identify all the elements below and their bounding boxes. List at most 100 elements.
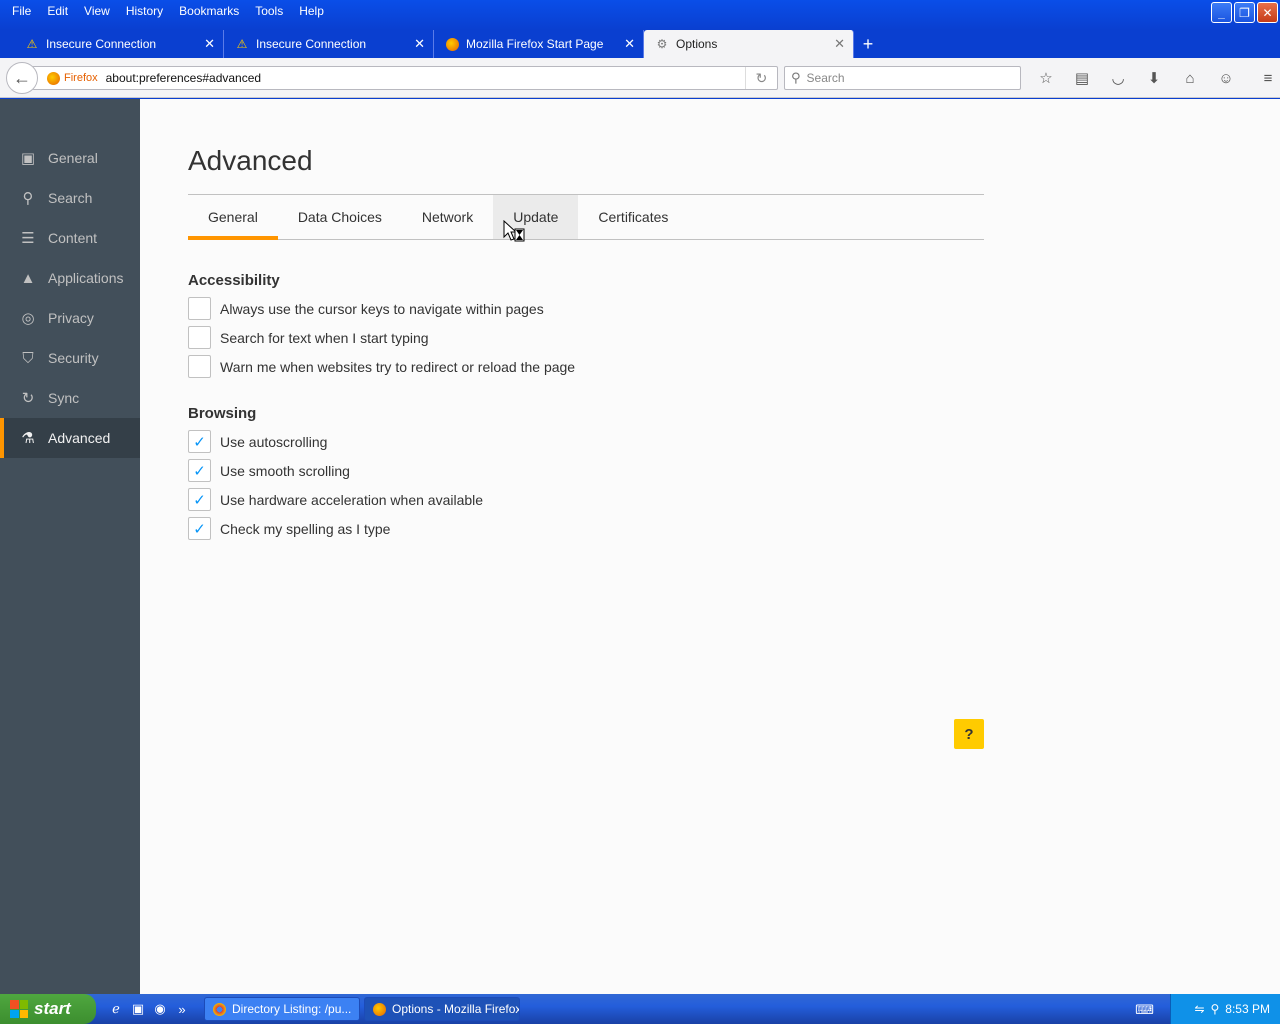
window-titlebar: File Edit View History Bookmarks Tools H… [0, 0, 1280, 30]
checkmark-icon[interactable]: ✓ [188, 459, 211, 482]
subtab-general[interactable]: General [188, 195, 278, 240]
identity-label: Firefox [64, 72, 98, 84]
subtab-network[interactable]: Network [402, 195, 493, 239]
security-icon: ⛉ [22, 349, 34, 367]
hamburger-menu-icon[interactable]: ≡ [1250, 66, 1280, 90]
option-warn-redirect[interactable]: Warn me when websites try to redirect or… [188, 352, 575, 381]
content-icon: ☰ [21, 230, 35, 247]
sidebar-item-sync[interactable]: ↻ Sync [0, 378, 140, 418]
gear-icon: ⚙ [656, 37, 668, 51]
site-identity[interactable]: Firefox [33, 71, 98, 85]
chrome-icon[interactable]: ◉ [152, 1001, 168, 1017]
clock: 8:53 PM [1225, 1002, 1270, 1016]
close-tab-icon[interactable]: ✕ [204, 36, 215, 52]
option-label: Warn me when websites try to redirect or… [220, 358, 576, 375]
home-icon[interactable]: ⌂ [1172, 66, 1208, 90]
url-text[interactable]: about:preferences#advanced [106, 71, 261, 85]
option-label: Use autoscrolling [220, 433, 328, 450]
menu-help[interactable]: Help [291, 2, 332, 20]
option-hardware-acceleration[interactable]: ✓ Use hardware acceleration when availab… [188, 485, 483, 514]
close-tab-icon[interactable]: ✕ [624, 36, 635, 52]
menu-file[interactable]: File [4, 2, 39, 20]
taskbar-item-firefox-options[interactable]: Options - Mozilla Firefox [364, 997, 520, 1021]
option-smooth-scrolling[interactable]: ✓ Use smooth scrolling [188, 456, 483, 485]
taskbar-item-directory-listing[interactable]: Directory Listing: /pu... [204, 997, 360, 1021]
menu-edit[interactable]: Edit [39, 2, 76, 20]
close-tab-icon[interactable]: ✕ [834, 36, 845, 52]
window-controls: _ ❐ ✕ [1211, 2, 1278, 23]
sidebar-item-label: Content [48, 230, 98, 246]
search-icon: ⚲ [791, 70, 801, 85]
close-window-button[interactable]: ✕ [1257, 2, 1278, 23]
subtab-certificates[interactable]: Certificates [578, 195, 688, 239]
sidebar-item-advanced[interactable]: ⚗ Advanced [0, 418, 140, 458]
navigation-toolbar: Firefox about:preferences#advanced ↻ ← ⚲… [0, 58, 1280, 98]
bookmark-star-icon[interactable]: ☆ [1028, 66, 1064, 90]
task-label: Options - Mozilla Firefox [392, 1002, 520, 1016]
restore-button[interactable]: ❐ [1234, 2, 1255, 23]
pocket-icon[interactable]: ◡ [1100, 66, 1136, 90]
hello-chat-icon[interactable]: ☺ [1208, 66, 1244, 90]
checkmark-icon[interactable]: ✓ [188, 488, 211, 511]
sidebar-item-label: Search [48, 190, 93, 206]
sidebar-item-label: Advanced [48, 430, 111, 446]
checkbox[interactable] [188, 297, 211, 320]
tab-firefox-start-page[interactable]: Mozilla Firefox Start Page ✕ [434, 30, 644, 58]
new-tab-button[interactable]: + [854, 30, 882, 58]
search-input[interactable]: ⚲ Search [784, 66, 1021, 90]
privacy-mask-icon: ◎ [21, 310, 35, 327]
checkmark-icon[interactable]: ✓ [188, 517, 211, 540]
tab-insecure-connection-2[interactable]: ⚠ Insecure Connection ✕ [224, 30, 434, 58]
option-autoscrolling[interactable]: ✓ Use autoscrolling [188, 427, 483, 456]
tab-title: Insecure Connection [256, 37, 367, 51]
sidebar-item-security[interactable]: ⛉ Security [0, 338, 140, 378]
network-icon[interactable]: ⇋ [1194, 1002, 1204, 1016]
sidebar-item-label: Sync [48, 390, 80, 406]
option-spell-check[interactable]: ✓ Check my spelling as I type [188, 514, 483, 543]
subtab-data-choices[interactable]: Data Choices [278, 195, 402, 239]
url-bar[interactable]: Firefox about:preferences#advanced ↻ [32, 66, 778, 90]
windows-taskbar: start ℯ ▣ ◉ » Directory Listing: /pu... … [0, 994, 1280, 1024]
sidebar-item-general[interactable]: ▣ General [0, 138, 140, 178]
minimize-button[interactable]: _ [1211, 2, 1232, 23]
keyboard-icon[interactable]: ⌨ [1135, 1002, 1154, 1018]
downloads-icon[interactable]: ⬇ [1136, 66, 1172, 90]
back-button[interactable]: ← [6, 62, 38, 94]
search-tray-icon[interactable]: ⚲ [1211, 1002, 1220, 1016]
task-label: Directory Listing: /pu... [232, 1002, 352, 1016]
advanced-icon: ⚗ [21, 430, 35, 447]
firefox-icon [373, 1002, 386, 1016]
bookmarks-menu-icon[interactable]: ▤ [1064, 66, 1100, 90]
help-button[interactable]: ? [954, 719, 984, 749]
option-cursor-keys[interactable]: Always use the cursor keys to navigate w… [188, 294, 575, 323]
firefox-icon [47, 71, 60, 85]
advanced-subtabs: General Data Choices Network Update Cert… [188, 194, 984, 240]
sidebar-item-applications[interactable]: ▲ Applications [0, 258, 140, 298]
sidebar-item-search[interactable]: ⚲ Search [0, 178, 140, 218]
menu-view[interactable]: View [76, 2, 118, 20]
more-chevron-icon[interactable]: » [174, 1001, 190, 1017]
reload-icon[interactable]: ↻ [745, 67, 777, 89]
windows-logo-icon [10, 1000, 28, 1018]
close-tab-icon[interactable]: ✕ [414, 36, 425, 52]
start-button[interactable]: start [0, 994, 96, 1024]
sidebar-item-label: Applications [48, 270, 124, 286]
menu-tools[interactable]: Tools [247, 2, 291, 20]
checkbox[interactable] [188, 326, 211, 349]
checkbox[interactable] [188, 355, 211, 378]
group-title: Accessibility [188, 272, 280, 289]
tab-options[interactable]: ⚙ Options ✕ [644, 30, 854, 58]
menu-bookmarks[interactable]: Bookmarks [171, 2, 247, 20]
start-label: start [34, 999, 71, 1018]
sync-icon: ↻ [21, 390, 35, 407]
mouse-cursor-icon [503, 220, 525, 242]
sidebar-item-content[interactable]: ☰ Content [0, 218, 140, 258]
group-title: Browsing [188, 405, 257, 422]
internet-explorer-icon[interactable]: ℯ [108, 1001, 124, 1017]
sidebar-item-privacy[interactable]: ◎ Privacy [0, 298, 140, 338]
checkmark-icon[interactable]: ✓ [188, 430, 211, 453]
show-desktop-icon[interactable]: ▣ [130, 1001, 146, 1017]
tab-insecure-connection-1[interactable]: ⚠ Insecure Connection ✕ [14, 30, 224, 58]
option-search-typing[interactable]: Search for text when I start typing [188, 323, 575, 352]
menu-history[interactable]: History [118, 2, 171, 20]
